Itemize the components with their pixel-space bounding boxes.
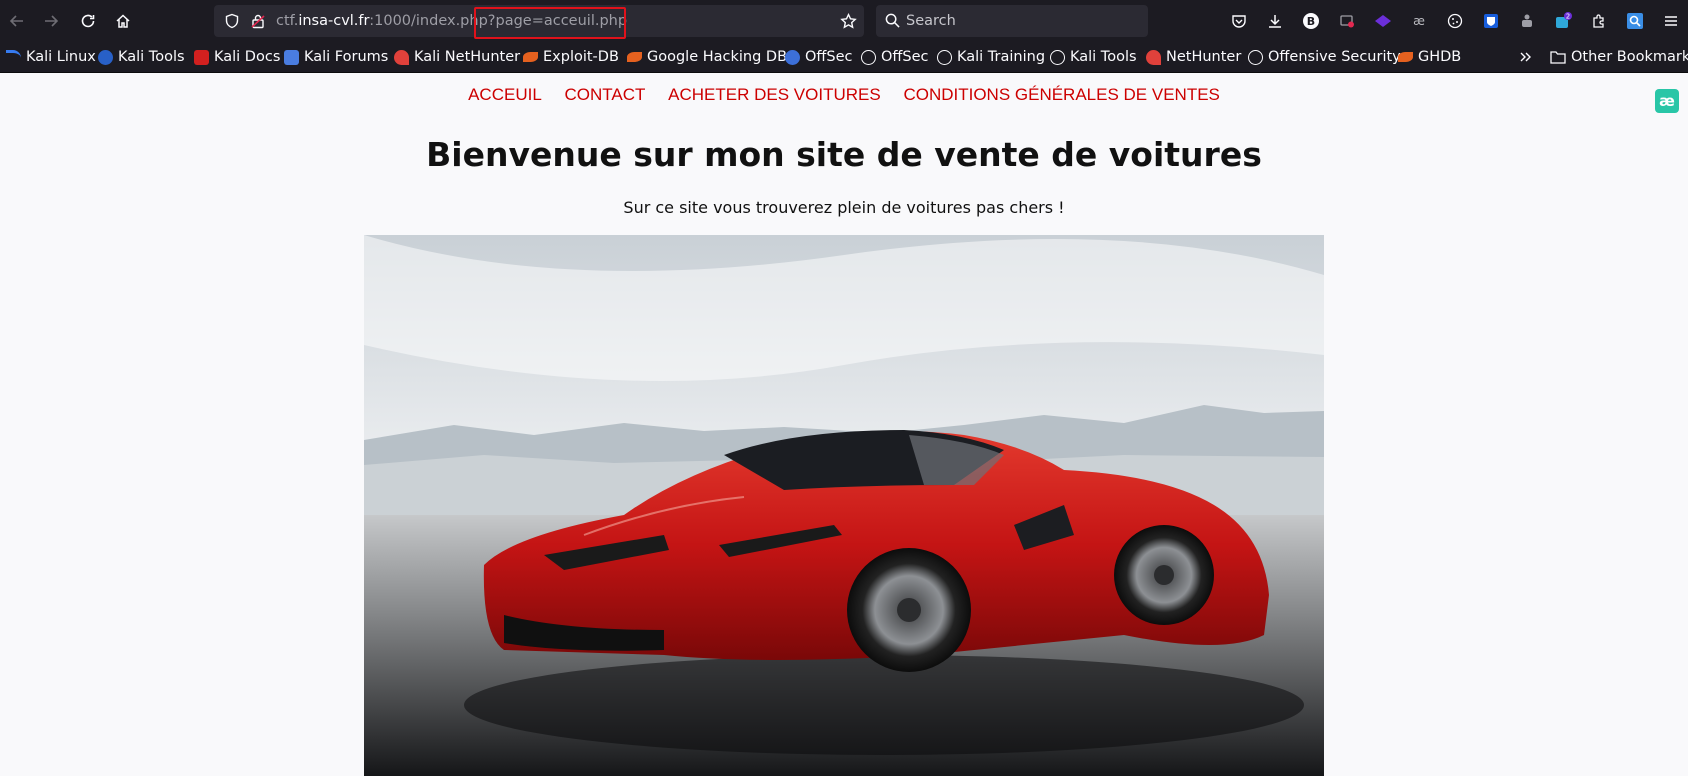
bookmarks-overflow-chevron-icon[interactable]	[1518, 42, 1532, 72]
bookmark-label: Exploit-DB	[543, 49, 619, 65]
svg-text:B: B	[1307, 15, 1315, 28]
bookmark-label: Kali Linux	[26, 49, 96, 65]
search-bar[interactable]: Search	[876, 5, 1148, 37]
bookmark-label: Kali Training	[957, 49, 1046, 65]
kali-docs-icon	[194, 49, 209, 65]
bookmark-label: Kali Tools	[1070, 49, 1137, 65]
globe-icon	[937, 49, 952, 65]
nav-link-contact[interactable]: CONTACT	[565, 85, 646, 104]
forward-arrow-icon[interactable]	[38, 8, 64, 34]
globe-icon	[861, 49, 876, 65]
pocket-icon[interactable]	[1228, 10, 1250, 32]
kali-tools-icon	[98, 49, 113, 65]
bookmark-offsec-1[interactable]: OffSec	[785, 42, 853, 72]
nethunter-icon	[394, 49, 409, 65]
nethunter-icon	[1146, 49, 1161, 65]
menu-icon[interactable]	[1660, 10, 1682, 32]
bookmark-google-hacking-db[interactable]: Google Hacking DB	[627, 42, 787, 72]
extensions-puzzle-icon[interactable]	[1588, 10, 1610, 32]
other-bookmarks-label: Other Bookmarks	[1571, 49, 1688, 65]
bookmark-kali-training[interactable]: Kali Training	[937, 42, 1045, 72]
page-title: Bienvenue sur mon site de vente de voitu…	[426, 135, 1262, 174]
search-placeholder: Search	[906, 13, 956, 29]
search-icon	[885, 13, 900, 32]
bookmark-label: OffSec	[881, 49, 929, 65]
bookmark-label: Kali Docs	[214, 49, 281, 65]
bookmark-nethunter[interactable]: NetHunter	[1146, 42, 1241, 72]
bookmark-kali-linux[interactable]: Kali Linux	[6, 42, 96, 72]
globe-icon	[1248, 49, 1263, 65]
bookmark-label: Kali Forums	[304, 49, 389, 65]
extension-badge-icon[interactable]: 2	[1552, 10, 1574, 32]
red-sports-car-image	[364, 235, 1324, 776]
ghdb-icon	[1398, 52, 1413, 62]
bookmark-offsec-2[interactable]: OffSec	[861, 42, 929, 72]
page-content: ACCEUIL CONTACT ACHETER DES VOITURES CON…	[0, 73, 1688, 776]
svg-text:æ: æ	[1413, 14, 1425, 28]
bookmark-label: Offensive Security	[1268, 49, 1401, 65]
bookmark-kali-forums[interactable]: Kali Forums	[284, 42, 388, 72]
nav-link-acceuil[interactable]: ACCEUIL	[468, 85, 542, 104]
bookmark-label: Kali NetHunter	[414, 49, 521, 65]
extension-block-icon[interactable]	[1336, 10, 1358, 32]
extension-badge-count: 2	[1566, 13, 1570, 21]
back-arrow-icon[interactable]	[4, 8, 30, 34]
kali-forums-icon	[284, 49, 299, 65]
extension-ae-icon[interactable]: æ	[1408, 10, 1430, 32]
bookmark-exploit-db[interactable]: Exploit-DB	[523, 42, 619, 72]
bookmark-kali-tools[interactable]: Kali Tools	[98, 42, 185, 72]
ae-extension-badge-icon[interactable]: æ	[1655, 89, 1679, 113]
extension-purple-icon[interactable]	[1372, 10, 1394, 32]
browser-toolbar: ctf.insa-cvl.fr:1000/index.php?page=acce…	[0, 0, 1688, 42]
bookmark-label: NetHunter	[1166, 49, 1242, 65]
bookmark-label: OffSec	[805, 49, 853, 65]
extension-b-icon[interactable]: B	[1300, 10, 1322, 32]
bookmark-kali-nethunter[interactable]: Kali NetHunter	[394, 42, 520, 72]
reload-icon[interactable]	[75, 8, 101, 34]
other-bookmarks[interactable]: Other Bookmarks	[1550, 42, 1688, 72]
star-icon[interactable]	[840, 12, 857, 34]
lock-icon[interactable]	[250, 13, 266, 33]
bookmark-kali-tools-2[interactable]: Kali Tools	[1050, 42, 1137, 72]
globe-icon	[1050, 49, 1065, 65]
url-query-highlight-box	[474, 7, 626, 39]
bookmark-offensive-security[interactable]: Offensive Security	[1248, 42, 1401, 72]
hero-car-image	[364, 235, 1324, 776]
site-nav: ACCEUIL CONTACT ACHETER DES VOITURES CON…	[0, 85, 1688, 105]
url-host-domain: insa-cvl.fr	[298, 13, 370, 29]
exploitdb-icon	[523, 52, 538, 62]
folder-icon	[1550, 51, 1566, 64]
nav-link-conditions-generales[interactable]: CONDITIONS GÉNÉRALES DE VENTES	[903, 85, 1219, 104]
extension-puzzle-grey-icon[interactable]	[1516, 10, 1538, 32]
bookmarks-bar: Kali Linux Kali Tools Kali Docs Kali For…	[0, 42, 1688, 73]
ghdb-icon	[627, 52, 642, 62]
bookmark-label: Google Hacking DB	[647, 49, 788, 65]
bitwarden-icon[interactable]	[1480, 10, 1502, 32]
bookmark-kali-docs[interactable]: Kali Docs	[194, 42, 280, 72]
url-port-path: :1000/index.php	[369, 13, 488, 29]
shield-icon[interactable]	[224, 13, 240, 33]
bookmark-ghdb[interactable]: GHDB	[1398, 42, 1461, 72]
extension-search-blue-icon[interactable]	[1624, 10, 1646, 32]
page-subtitle: Sur ce site vous trouverez plein de voit…	[623, 198, 1065, 217]
url-host-prefix: ctf.	[276, 13, 299, 29]
home-icon[interactable]	[110, 8, 136, 34]
kali-dragon-icon	[6, 49, 21, 65]
cookie-icon[interactable]	[1444, 10, 1466, 32]
download-icon[interactable]	[1264, 10, 1286, 32]
bookmark-label: Kali Tools	[118, 49, 185, 65]
offsec-icon	[785, 49, 800, 65]
nav-link-acheter-des-voitures[interactable]: ACHETER DES VOITURES	[668, 85, 881, 104]
bookmark-label: GHDB	[1418, 49, 1462, 65]
